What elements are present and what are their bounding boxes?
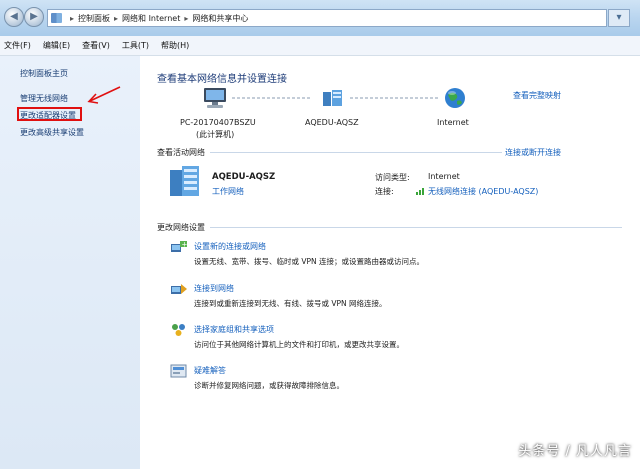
map-connector-line [350, 97, 440, 99]
section-divider [210, 152, 502, 153]
menu-edit[interactable]: 编辑(E) [43, 40, 70, 51]
window-titlebar: ◀ ▶ ▸ 控制面板 ▸ 网络和 Internet ▸ 网络和共享中心 ▾ [0, 0, 640, 36]
network-type-link[interactable]: 工作网络 [212, 186, 244, 197]
internet-node-label: Internet [437, 118, 469, 127]
sidebar-item-advanced-sharing[interactable]: 更改高级共享设置 [20, 127, 84, 138]
task-troubleshoot-link[interactable]: 疑难解答 [194, 365, 226, 376]
chevron-right-icon[interactable]: ▸ [184, 14, 188, 23]
new-connection-icon: + [171, 240, 188, 252]
computer-icon [204, 88, 226, 108]
computer-sublabel: (此计算机) [196, 130, 235, 139]
task-troubleshoot-desc: 诊断并修复网络问题，或获得故障排除信息。 [194, 381, 344, 390]
sidebar-item-change-adapter[interactable]: 更改适配器设置 [20, 110, 76, 121]
network-icon [323, 90, 342, 106]
sidebar-item-manage-wireless[interactable]: 管理无线网络 [20, 93, 68, 104]
section-divider [210, 227, 622, 228]
menu-tools[interactable]: 工具(T) [122, 40, 149, 51]
task-homegroup-desc: 访问位于其他网络计算机上的文件和打印机，或更改共享设置。 [194, 340, 404, 349]
task-connect-network-desc: 连接到或重新连接到无线、有线、拨号或 VPN 网络连接。 [194, 299, 387, 308]
access-type-label: 访问类型: [375, 173, 410, 182]
active-network-name: AQEDU-AQSZ [212, 172, 276, 182]
watermark-text: 头条号 / 凡人凡言 [518, 444, 632, 459]
troubleshoot-icon [170, 364, 187, 378]
sidebar-item-control-panel-home[interactable]: 控制面板主页 [20, 68, 68, 79]
left-task-pane: 控制面板主页 管理无线网络 更改适配器设置 更改高级共享设置 [0, 56, 140, 469]
address-bar[interactable]: ▸ 控制面板 ▸ 网络和 Internet ▸ 网络和共享中心 [47, 9, 607, 27]
full-map-link[interactable]: 查看完整映射 [513, 90, 561, 101]
menu-help[interactable]: 帮助(H) [161, 40, 189, 51]
computer-name: PC-20170407BSZU [180, 118, 256, 127]
signal-bars-icon [416, 188, 424, 195]
menu-view[interactable]: 查看(V) [82, 40, 110, 51]
menu-file[interactable]: 文件(F) [4, 40, 31, 51]
internet-globe-icon [445, 88, 465, 108]
red-arrow-annotation [87, 86, 121, 104]
access-type-value: Internet [428, 172, 460, 181]
task-connect-network-link[interactable]: 连接到网络 [194, 283, 234, 294]
task-setup-connection-link[interactable]: 设置新的连接或网络 [194, 241, 266, 252]
connect-disconnect-link[interactable]: 连接或断开连接 [505, 147, 561, 158]
back-button[interactable]: ◀ [4, 7, 24, 27]
map-connector-line [232, 97, 312, 99]
page-title: 查看基本网络信息并设置连接 [157, 74, 287, 85]
connection-link[interactable]: 无线网络连接 (AQEDU-AQSZ) [428, 186, 538, 197]
breadcrumb-network-internet[interactable]: 网络和 Internet [122, 13, 180, 24]
network-building-icon [170, 166, 199, 196]
task-setup-connection-desc: 设置无线、宽带、拨号、临时或 VPN 连接；或设置路由器或访问点。 [194, 257, 425, 266]
task-homegroup-link[interactable]: 选择家庭组和共享选项 [194, 324, 274, 335]
network-node-label: AQEDU-AQSZ [305, 118, 359, 127]
homegroup-icon [172, 324, 185, 336]
connection-label: 连接: [375, 187, 394, 196]
change-settings-heading: 更改网络设置 [157, 223, 205, 232]
menu-bar: 文件(F) 编辑(E) 查看(V) 工具(T) 帮助(H) [0, 36, 640, 56]
forward-button[interactable]: ▶ [24, 7, 44, 27]
control-panel-icon [51, 13, 62, 23]
dropdown-refresh-button[interactable]: ▾ [608, 9, 630, 27]
chevron-right-icon[interactable]: ▸ [114, 14, 118, 23]
breadcrumb-control-panel[interactable]: 控制面板 [78, 13, 110, 24]
active-networks-heading: 查看活动网络 [157, 148, 205, 157]
connect-network-icon [171, 284, 187, 294]
breadcrumb-network-sharing-center[interactable]: 网络和共享中心 [192, 13, 248, 24]
chevron-right-icon: ▸ [70, 13, 75, 23]
svg-text:+: + [182, 240, 188, 248]
